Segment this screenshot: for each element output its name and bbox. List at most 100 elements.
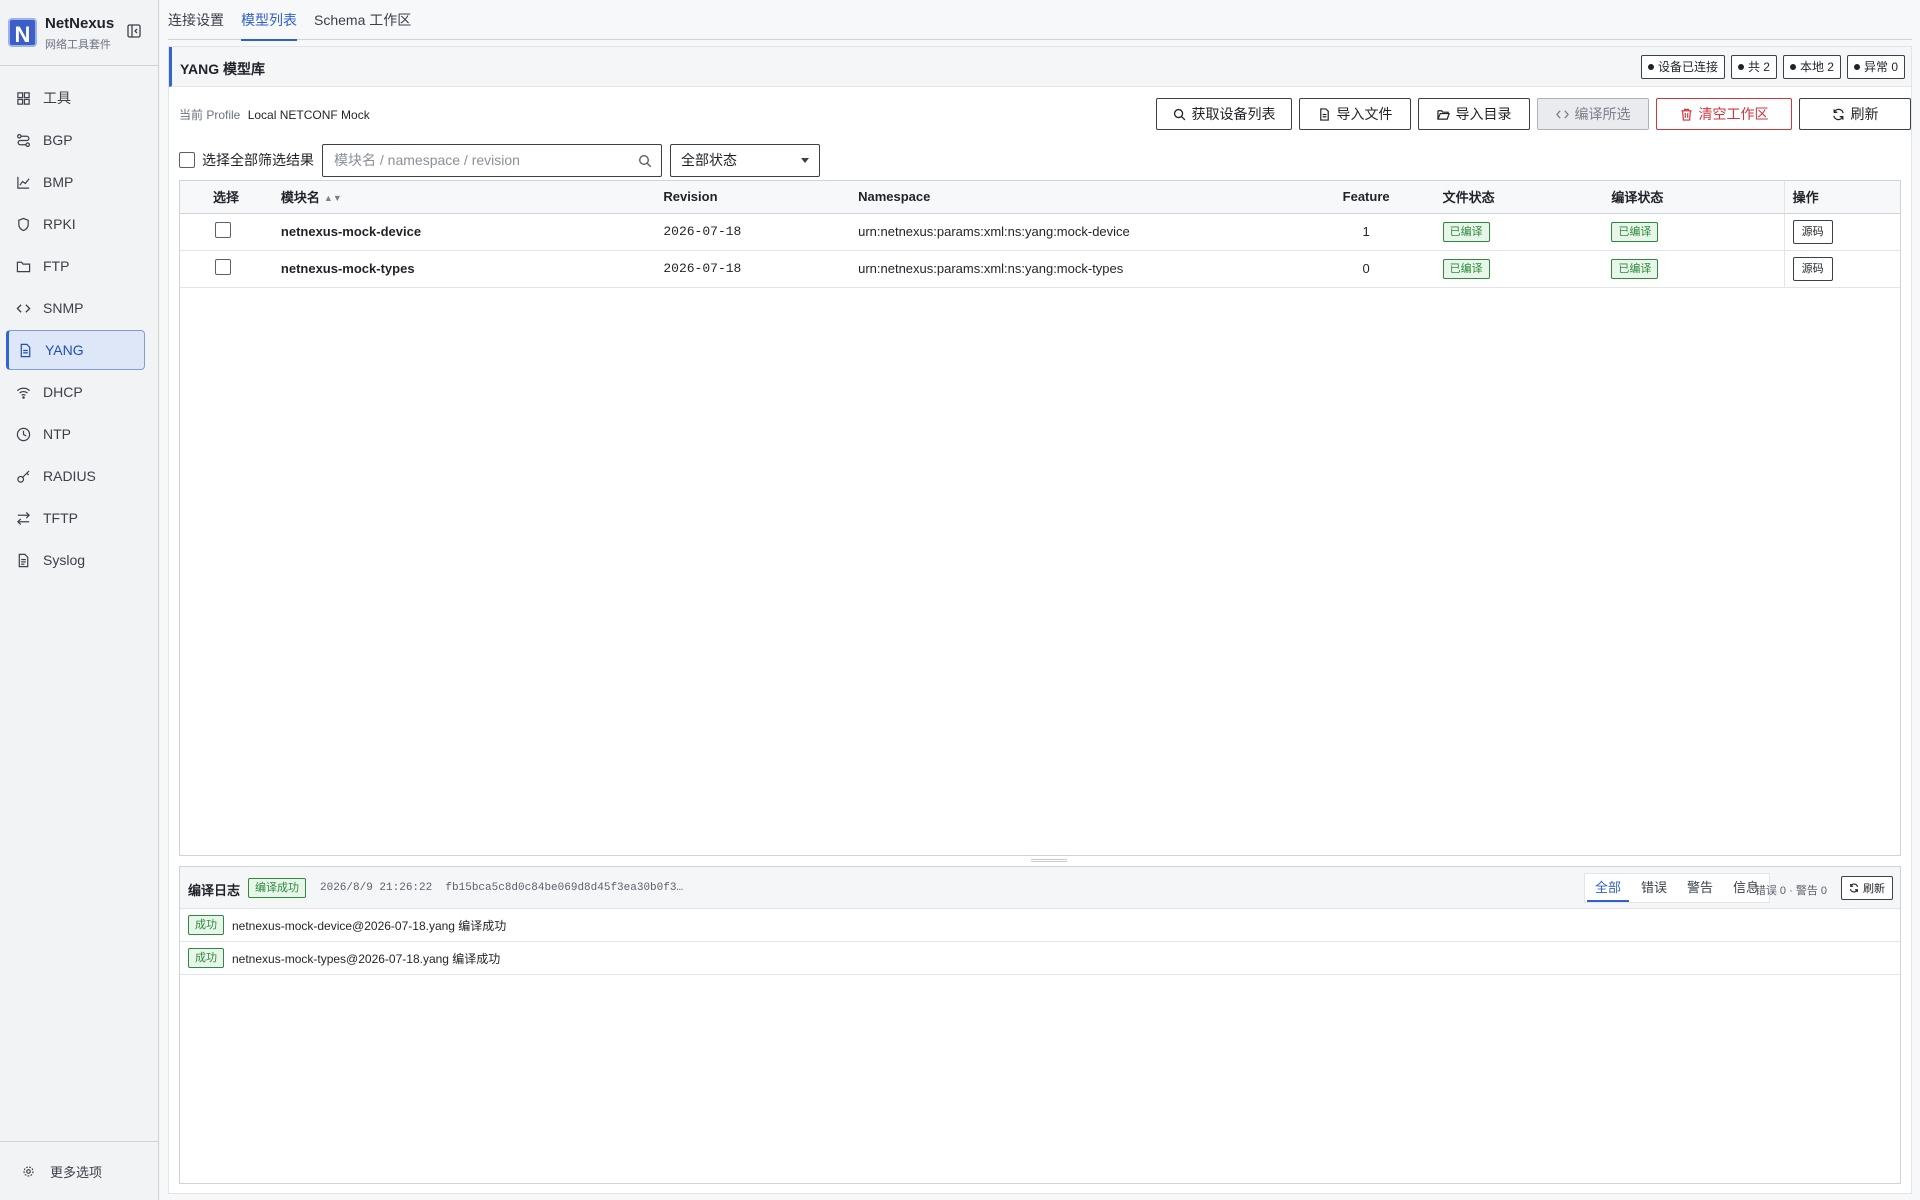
chart-icon [17,176,30,189]
compile-status-badge: 已编译 [1611,258,1659,279]
sidebar-item-yang[interactable]: YANG [6,330,145,370]
app-name: NetNexus [45,15,115,32]
sidebar-item-syslog[interactable]: Syslog [6,540,145,580]
column-header-actions: 操作 [1783,181,1900,214]
actions-cell: 源码 [1783,250,1900,288]
select-all-checkbox[interactable]: 选择全部筛选结果 [179,150,314,170]
chevron-down-icon [801,157,809,163]
log-status-badge: 编译成功 [248,878,306,898]
row-select-cell [180,213,281,251]
log-refresh-button[interactable]: 刷新 [1841,876,1893,900]
sidebar: N NetNexus 网络工具套件 工具 BGP BMP RPKI FTP SN… [0,0,159,1200]
folder-icon [16,261,31,272]
search-icon[interactable] [638,154,652,168]
search-icon [1173,108,1185,120]
status-filter-value: 全部状态 [681,151,737,168]
module-feature-count: 1 [1313,213,1419,251]
table-row: netnexus-mock-types 2026-07-18 urn:netne… [180,250,1900,288]
checkbox[interactable] [179,152,195,168]
more-options-label: 更多选项 [50,1164,103,1180]
module-name: netnexus-mock-types [280,250,664,288]
log-tab-warnings[interactable]: 警告 [1677,874,1723,902]
module-table: 选择 模块名 ▲▼ Revision Namespace Feature 文件状态… [179,180,1901,856]
file-status-badge: 已编译 [1442,258,1490,279]
folder-open-icon [1436,109,1450,120]
select-all-label: 选择全部筛选结果 [202,152,314,168]
sidebar-nav: 工具 BGP BMP RPKI FTP SNMP YANG DHCP NTP R… [6,78,145,582]
column-header-revision: Revision [663,181,859,214]
search-input[interactable] [323,144,623,176]
main-area: 连接设置 模型列表 Schema 工作区 YANG 模型库 设备已连接 共 2 … [160,0,1920,1200]
fetch-device-list-button[interactable]: 获取设备列表 [1156,98,1292,130]
sort-icon[interactable]: ▲▼ [324,193,342,203]
dot-icon [1789,64,1796,70]
dot-icon [1737,64,1744,70]
sidebar-item-ftp[interactable]: FTP [6,246,145,286]
sidebar-item-label: YANG [45,342,84,358]
sidebar-item-bmp[interactable]: BMP [6,162,145,202]
row-checkbox[interactable] [215,259,231,275]
sidebar-item-tftp[interactable]: TFTP [6,498,145,538]
import-file-button[interactable]: 导入文件 [1299,98,1411,130]
sidebar-item-ntp[interactable]: NTP [6,414,145,454]
more-options-button[interactable]: 更多选项 [0,1141,159,1200]
stat-label: 本地 2 [1799,60,1834,74]
profile-value: Local NETCONF Mock [247,108,370,122]
tab-connection-settings[interactable]: 连接设置 [168,0,224,40]
tab-schema-workspace[interactable]: Schema 工作区 [314,0,411,40]
refresh-icon [1849,883,1859,893]
gear-icon [23,1165,34,1177]
file-status-cell: 已编译 [1418,213,1602,251]
row-select-cell [180,250,281,288]
panel-header: YANG 模型库 设备已连接 共 2 本地 2 异常 0 [169,47,1911,87]
module-feature-count: 0 [1313,250,1419,288]
module-namespace: urn:netnexus:params:xml:ns:yang:mock-typ… [858,250,1314,288]
sidebar-item-label: TFTP [43,510,78,526]
log-tab-all[interactable]: 全部 [1585,874,1631,902]
code-icon [16,303,31,313]
button-label: 导入目录 [1455,106,1512,122]
sidebar-item-rpki[interactable]: RPKI [6,204,145,244]
module-revision: 2026-07-18 [663,250,859,288]
tab-model-list[interactable]: 模型列表 [241,0,297,41]
key-icon [17,469,30,483]
refresh-button[interactable]: 刷新 [1799,98,1911,130]
status-filter-select[interactable]: 全部状态 [670,143,820,177]
actions-cell: 源码 [1783,213,1900,251]
view-source-button[interactable]: 源码 [1792,256,1833,281]
button-label: 刷新 [1863,883,1885,895]
file-status-badge: 已编译 [1442,221,1490,242]
log-filter-tabs: 全部 错误 警告 信息 [1583,873,1770,903]
compile-status-badge: 已编译 [1611,221,1659,242]
log-count: 错误 0 · 警告 0 [1754,885,1827,897]
view-source-button[interactable]: 源码 [1792,219,1833,244]
file-status-cell: 已编译 [1418,250,1602,288]
filter-bar: 选择全部筛选结果 全部状态 [179,143,820,177]
import-directory-button[interactable]: 导入目录 [1418,98,1530,130]
row-checkbox[interactable] [215,222,231,238]
sidebar-item-label: BGP [43,132,73,148]
clear-workspace-button[interactable]: 清空工作区 [1656,98,1792,130]
compile-selected-button[interactable]: 编译所选 [1537,98,1649,130]
sidebar-item-bgp[interactable]: BGP [6,120,145,160]
sidebar-item-dhcp[interactable]: DHCP [6,372,145,412]
sidebar-item-snmp[interactable]: SNMP [6,288,145,328]
stats-badges: 设备已连接 共 2 本地 2 异常 0 [1640,55,1905,79]
status-badge: 本地 2 [1782,55,1841,79]
column-header-compile-status: 编译状态 [1601,181,1785,214]
resize-handle[interactable] [1031,859,1067,862]
column-header-name[interactable]: 模块名 ▲▼ [280,181,664,214]
collapse-sidebar-icon[interactable] [127,24,141,38]
column-header-namespace: Namespace [858,181,1314,214]
sidebar-item-label: SNMP [43,300,84,316]
log-tab-errors[interactable]: 错误 [1631,874,1677,902]
grid-icon [17,91,30,105]
sidebar-item-radius[interactable]: RADIUS [6,456,145,496]
sidebar-item-tools[interactable]: 工具 [6,78,145,118]
doc-icon [18,553,29,567]
profile-label: 当前 Profile [179,108,241,122]
current-profile: 当前 Profile Local NETCONF Mock [179,106,370,123]
status-badge: 设备已连接 [1640,55,1725,79]
sidebar-item-label: Syslog [43,552,86,568]
column-header-file-status: 文件状态 [1418,181,1602,214]
